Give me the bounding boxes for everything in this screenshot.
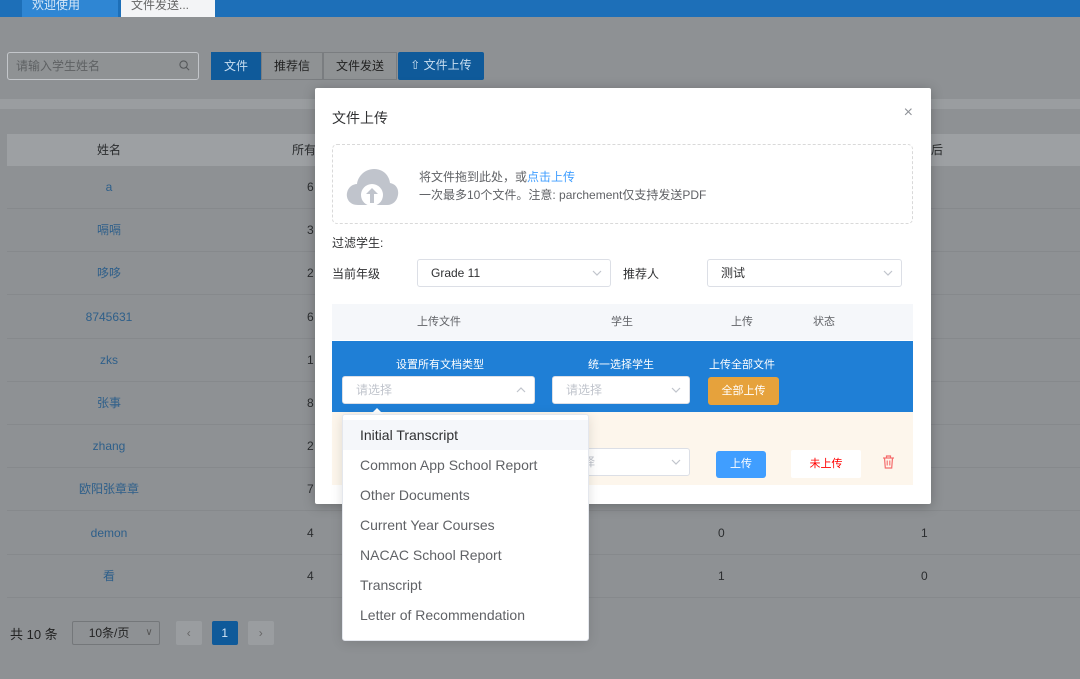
- dialog-title: 文件上传: [332, 110, 388, 126]
- cloud-upload-icon: [346, 169, 399, 206]
- page-size-select[interactable]: 10条/页 ∨: [71, 621, 160, 645]
- column-4-cell: 1: [921, 525, 928, 540]
- pagination: 共 10 条 10条/页 ∨ ‹ 1 ›: [10, 620, 284, 646]
- file-count-cell: 6: [307, 309, 314, 324]
- dropdown-option[interactable]: Common App School Report: [343, 450, 588, 480]
- tab-file-send[interactable]: 文件发送...: [121, 0, 215, 17]
- student-name-link[interactable]: 嗝嗝: [7, 209, 211, 252]
- chevron-down-icon: [592, 270, 602, 276]
- grade-select-value: Grade 11: [431, 266, 481, 280]
- dropdown-option[interactable]: NACAC School Report: [343, 540, 588, 570]
- search-icon: [179, 60, 190, 71]
- chevron-down-icon: [883, 270, 893, 276]
- chevron-down-icon: ∨: [145, 627, 153, 638]
- trash-icon[interactable]: [882, 455, 895, 469]
- file-count-cell: 8: [307, 396, 314, 410]
- dropzone-instructions: 将文件拖到此处，或点击上传: [419, 168, 575, 185]
- student-name-link[interactable]: 看: [7, 555, 211, 598]
- segment-file[interactable]: 文件: [211, 52, 262, 80]
- filter-students-label: 过滤学生:: [332, 236, 384, 250]
- student-name-link[interactable]: 哆哆: [7, 252, 211, 295]
- page-number-button[interactable]: 1: [211, 621, 238, 645]
- dropzone-text: 将文件拖到此处，或: [419, 170, 528, 184]
- file-count-cell: 4: [307, 568, 314, 583]
- column-header-last: 后: [931, 143, 944, 157]
- doc-type-placeholder: 请选择: [356, 383, 393, 397]
- file-upload-button[interactable]: ⇧ 文件上传: [398, 52, 484, 80]
- file-count-cell: 6: [307, 180, 314, 194]
- dropdown-option[interactable]: Secondary School Report: [343, 630, 588, 640]
- student-search-box[interactable]: [7, 52, 199, 80]
- close-icon[interactable]: ×: [904, 104, 913, 122]
- header-student: 学生: [611, 316, 633, 328]
- student-name-link[interactable]: zks: [7, 339, 211, 382]
- column-header-all: 所有: [292, 143, 317, 157]
- student-name-link[interactable]: 8745631: [7, 296, 211, 339]
- bulk-student-placeholder: 请选择: [566, 383, 603, 397]
- dropdown-option[interactable]: Other Documents: [343, 480, 588, 510]
- file-count-cell: 1: [307, 352, 314, 367]
- bulk-settings-row: 设置所有文档类型 统一选择学生 上传全部文件 请选择 请选择 全部上传: [332, 341, 913, 412]
- upload-status-badge: 未上传: [791, 450, 861, 478]
- set-all-doc-type-label: 设置所有文档类型: [396, 359, 484, 371]
- header-upload-file: 上传文件: [417, 316, 461, 328]
- tab-welcome[interactable]: 欢迎使用: [22, 0, 118, 17]
- page-size-value: 10条/页: [88, 626, 130, 640]
- file-count-cell: 3: [307, 223, 314, 238]
- student-search-input[interactable]: [16, 53, 176, 79]
- doc-type-select[interactable]: 请选择: [342, 376, 535, 404]
- dropdown-option[interactable]: Transcript: [343, 570, 588, 600]
- upload-file-button[interactable]: 上传: [716, 451, 766, 478]
- recommender-select-value: 测试: [721, 266, 746, 280]
- dropdown-option[interactable]: Initial Transcript: [343, 420, 588, 450]
- student-name-link[interactable]: 张事: [7, 382, 211, 425]
- column-3-cell: 1: [718, 568, 725, 583]
- grade-select[interactable]: Grade 11: [417, 259, 611, 287]
- upload-all-button[interactable]: 全部上传: [708, 377, 779, 405]
- upload-dropzone[interactable]: 将文件拖到此处，或点击上传 一次最多10个文件。注意: parchement仅支…: [332, 144, 913, 224]
- column-3-cell: 0: [718, 525, 725, 540]
- file-count-cell: 4: [307, 525, 314, 540]
- chevron-up-icon: [516, 387, 526, 393]
- pagination-total: 共 10 条: [10, 626, 58, 642]
- student-name-link[interactable]: demon: [7, 512, 211, 555]
- header-upload: 上传: [731, 316, 753, 328]
- student-name-link[interactable]: a: [7, 166, 211, 209]
- column-4-cell: 0: [921, 568, 928, 583]
- chevron-down-icon: [671, 459, 681, 465]
- dropdown-option[interactable]: Letter of Recommendation: [343, 600, 588, 630]
- chevron-down-icon: [671, 387, 681, 393]
- header-status: 状态: [813, 316, 835, 328]
- file-count-cell: 2: [307, 439, 314, 454]
- file-count-cell: 2: [307, 266, 314, 281]
- segment-file-send[interactable]: 文件发送: [323, 52, 398, 80]
- bulk-student-select[interactable]: 请选择: [552, 376, 690, 404]
- top-tab-bar: 欢迎使用 文件发送...: [0, 0, 1080, 17]
- file-type-segmented: 文件 推荐信 文件发送: [211, 52, 398, 80]
- prev-page-button[interactable]: ‹: [175, 621, 202, 645]
- select-student-all-label: 统一选择学生: [588, 359, 654, 371]
- next-page-button[interactable]: ›: [247, 621, 274, 645]
- recommender-label: 推荐人: [623, 267, 660, 281]
- student-name-link[interactable]: zhang: [7, 425, 211, 468]
- current-grade-label: 当前年级: [332, 267, 381, 281]
- segment-recommendation[interactable]: 推荐信: [261, 52, 324, 80]
- dropzone-hint: 一次最多10个文件。注意: parchement仅支持发送PDF: [419, 188, 707, 202]
- dropdown-option[interactable]: Current Year Courses: [343, 510, 588, 540]
- upload-table-header: 上传文件 学生 上传 状态: [332, 304, 913, 340]
- student-name-link[interactable]: 欧阳张章章: [7, 468, 211, 511]
- recommender-select[interactable]: 测试: [707, 259, 902, 287]
- click-to-upload-link[interactable]: 点击上传: [527, 170, 575, 184]
- upload-all-files-label: 上传全部文件: [709, 359, 775, 371]
- file-count-cell: 7: [307, 482, 314, 497]
- column-header-name: 姓名: [97, 143, 122, 157]
- doc-type-dropdown: Initial Transcript Common App School Repo…: [342, 414, 589, 641]
